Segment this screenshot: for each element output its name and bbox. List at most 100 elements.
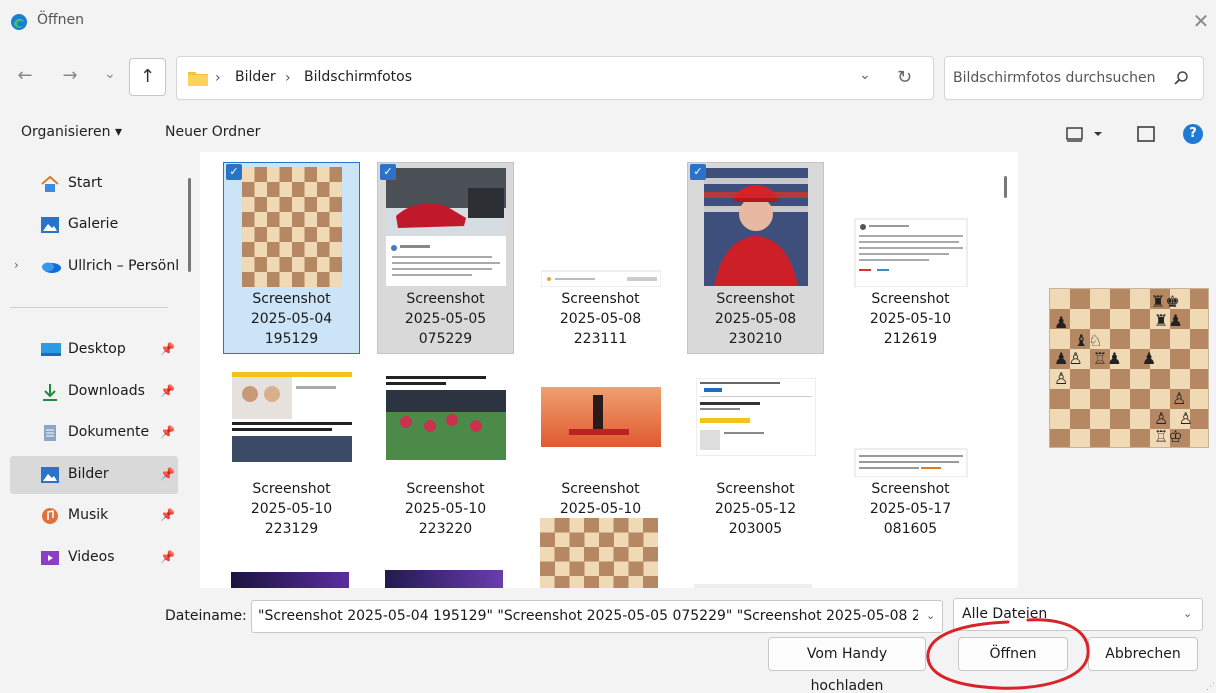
file-tile[interactable]: Screenshot 2025-05-10 223919: [532, 352, 669, 544]
video-thumbnail-partial[interactable]: [385, 570, 503, 588]
file-list[interactable]: ✓ Screenshot 2025-05-04 195129 ✓ Screens…: [200, 152, 1018, 588]
back-arrow-icon[interactable]: ←: [11, 62, 39, 90]
file-name: Screenshot 2025-05-08 230210: [714, 291, 797, 347]
recent-locations-chevron-icon[interactable]: ⌄: [96, 60, 124, 88]
close-icon[interactable]: ✕: [1190, 10, 1212, 32]
desktop-icon: [40, 341, 61, 359]
organize-menu-button[interactable]: Organisieren ▾: [21, 124, 122, 140]
filename-input[interactable]: "Screenshot 2025-05-04 195129" "Screensh…: [251, 600, 943, 633]
breadcrumb-bilder[interactable]: Bilder: [235, 69, 276, 85]
up-folder-button[interactable]: ↑: [129, 58, 166, 96]
portrait-photo-thumbnail: [696, 167, 816, 287]
cancel-button[interactable]: Abbrechen: [1088, 637, 1198, 671]
text-post-thumbnail: [851, 357, 971, 477]
sidebar-item-label: Bilder: [68, 466, 109, 482]
sidebar-item-start[interactable]: Start: [10, 167, 178, 201]
sunset-image-thumbnail: [541, 357, 661, 477]
download-icon: [40, 383, 60, 401]
pawn-row-icon: ♟♙ ♖♟ ♟: [1054, 349, 1157, 368]
upload-from-phone-button[interactable]: Vom Handy hochladen: [768, 637, 926, 693]
view-mode-icon[interactable]: [1066, 126, 1102, 142]
file-name: Screenshot 2025-05-10 223129: [250, 481, 333, 537]
rook-icon: ♜♚: [1151, 292, 1180, 311]
filename-label: Dateiname:: [165, 608, 247, 624]
red-circle-annotation: [918, 614, 1100, 692]
refresh-icon[interactable]: ↻: [897, 67, 912, 88]
title-bar: [0, 0, 1216, 44]
file-tile[interactable]: Screenshot 2025-05-08 223111: [532, 162, 669, 354]
file-name: Screenshot 2025-05-12 203005: [714, 481, 797, 537]
file-tile[interactable]: Screenshot 2025-05-17 081605: [842, 352, 979, 544]
file-tile[interactable]: ✓ Screenshot 2025-05-05 075229: [377, 162, 514, 354]
selected-checkbox-icon[interactable]: ✓: [690, 164, 706, 180]
chess-board-thumbnail: [232, 167, 352, 287]
pin-icon[interactable]: 📌: [160, 342, 175, 356]
onedrive-icon: [40, 258, 61, 276]
sidebar-scrollbar[interactable]: [188, 178, 191, 272]
folder-icon: [187, 69, 209, 87]
rook-icon: ♜♟: [1154, 311, 1183, 330]
search-input[interactable]: [953, 67, 1163, 89]
forward-arrow-icon[interactable]: →: [56, 62, 84, 90]
sidebar-item-onedrive[interactable]: › Ullrich – Persönl: [10, 250, 180, 284]
rook-king-icon: ♖♔: [1154, 427, 1183, 446]
file-list-scrollbar[interactable]: [1004, 176, 1007, 198]
sidebar-item-galerie[interactable]: Galerie: [10, 208, 178, 242]
file-name: Screenshot 2025-05-08 223111: [559, 291, 642, 347]
pin-icon[interactable]: 📌: [160, 467, 175, 481]
breadcrumb-bildschirmfotos[interactable]: Bildschirmfotos: [304, 69, 412, 85]
selected-checkbox-icon[interactable]: ✓: [226, 164, 242, 180]
sidebar-item-label: Galerie: [68, 216, 119, 232]
selected-checkbox-icon[interactable]: ✓: [380, 164, 396, 180]
sidebar-item-musik[interactable]: Musik 📌: [10, 499, 178, 533]
pawn-icon: ♟: [1054, 313, 1069, 332]
file-tile[interactable]: Screenshot 2025-05-10 223220: [377, 352, 514, 544]
address-history-chevron-icon[interactable]: ⌄: [859, 67, 871, 83]
sidebar-item-label: Downloads: [68, 383, 145, 399]
expand-chevron-icon[interactable]: ›: [14, 258, 19, 272]
help-icon[interactable]: ?: [1183, 124, 1203, 144]
event-page-thumbnail: [696, 357, 816, 477]
browser-bar-thumbnail: [541, 167, 661, 287]
file-name: Screenshot 2025-05-05 075229: [404, 291, 487, 347]
pawn-icon: ♙: [1054, 369, 1069, 388]
pawn-icon: ♙ ♙: [1154, 409, 1193, 428]
file-tile[interactable]: Screenshot 2025-05-10 223129: [223, 352, 360, 544]
file-name: Screenshot 2025-05-17 081605: [869, 481, 952, 537]
sidebar-item-desktop[interactable]: Desktop 📌: [10, 333, 178, 367]
sidebar-item-dokumente[interactable]: Dokumente 📌: [10, 416, 178, 450]
sidebar-item-label: Ullrich – Persönl: [68, 258, 180, 274]
sidebar-item-bilder[interactable]: Bilder 📌: [10, 456, 178, 494]
sidebar-item-label: Musik: [68, 507, 109, 523]
file-tile[interactable]: Screenshot 2025-05-10 212619: [842, 162, 979, 354]
pin-icon[interactable]: 📌: [160, 384, 175, 398]
file-tile[interactable]: Screenshot 2025-05-12 203005: [687, 352, 824, 544]
file-name: Screenshot 2025-05-04 195129: [250, 291, 333, 347]
window-title: Öffnen: [37, 12, 85, 28]
video-thumbnail-partial[interactable]: [231, 572, 349, 588]
search-icon[interactable]: [1173, 70, 1189, 86]
car-post-thumbnail: [386, 167, 506, 287]
pin-icon[interactable]: 📌: [160, 425, 175, 439]
address-bar[interactable]: › Bilder › Bildschirmfotos ⌄ ↻: [176, 56, 934, 100]
sidebar-divider: [10, 307, 168, 308]
file-tile[interactable]: ✓ Screenshot 2025-05-08 230210: [687, 162, 824, 354]
preview-pane-icon[interactable]: [1137, 126, 1155, 142]
chess-board-thumbnail-partial[interactable]: [540, 518, 658, 588]
sidebar-item-videos[interactable]: Videos 📌: [10, 541, 178, 575]
chevron-down-icon[interactable]: ⌄: [1183, 607, 1192, 620]
edge-app-icon: [10, 13, 28, 31]
music-icon: [40, 507, 60, 525]
football-news-thumbnail: [386, 357, 506, 477]
filename-value: "Screenshot 2025-05-04 195129" "Screensh…: [258, 608, 918, 624]
sidebar-item-label: Start: [68, 175, 103, 191]
resize-grip-icon[interactable]: ⋰: [1206, 682, 1215, 692]
sidebar-item-downloads[interactable]: Downloads 📌: [10, 375, 178, 409]
new-folder-button[interactable]: Neuer Ordner: [165, 124, 260, 140]
search-box[interactable]: [944, 56, 1204, 100]
file-tile[interactable]: ✓ Screenshot 2025-05-04 195129: [223, 162, 360, 354]
pin-icon[interactable]: 📌: [160, 550, 175, 564]
preview-pane: ♜♚ ♟ ♜♟ ♝♘ ♟♙ ♖♟ ♟ ♙ ♙ ♙ ♙ ♖♔: [1018, 152, 1216, 588]
pin-icon[interactable]: 📌: [160, 508, 175, 522]
social-post-thumbnail: [851, 167, 971, 287]
